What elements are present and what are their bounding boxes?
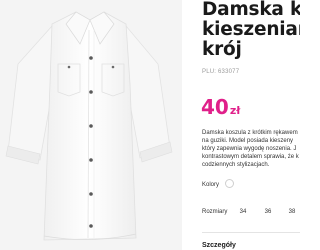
size-option-38[interactable]: 38 (283, 204, 300, 219)
product-title-line-2: kieszeniam (202, 19, 300, 40)
product-sku: PLU: 633077 (202, 69, 240, 75)
size-option-36[interactable]: 36 (259, 204, 277, 219)
product-image[interactable] (0, 0, 182, 250)
product-price: 40zł (201, 97, 240, 118)
price-currency: zł (229, 104, 241, 117)
color-swatch-white[interactable] (225, 179, 234, 188)
description-line-2: na guziki. Model posiada kieszeny (202, 138, 294, 144)
sizes-label: Rozmiary (202, 209, 228, 215)
description-line-4: kontrastowym detalem sprawia, że k (202, 154, 299, 160)
description-line-3: który zapewnia wygodę noszenia. J (202, 146, 297, 152)
colors-label: Kolory (202, 182, 220, 188)
product-title: Damska ko kieszeniam krój (202, 0, 300, 60)
white-shirt-photo-icon (5, 11, 173, 241)
product-title-line-3: krój (202, 39, 242, 60)
product-info: Damska ko kieszeniam krój PLU: 633077 40… (182, 0, 300, 250)
description-line-5: codziennych stylizacjach. (202, 162, 270, 168)
description-line-1: Damska koszula z krótkim rękawem (202, 130, 298, 136)
price-amount: 40 (201, 95, 229, 119)
product-title-line-1: Damska ko (202, 0, 300, 20)
divider (202, 232, 300, 233)
size-option-34[interactable]: 34 (234, 204, 252, 219)
product-description: Damska koszula z krótkim rękawem na guzi… (202, 129, 300, 169)
details-heading[interactable]: Szczegóły (202, 242, 236, 249)
